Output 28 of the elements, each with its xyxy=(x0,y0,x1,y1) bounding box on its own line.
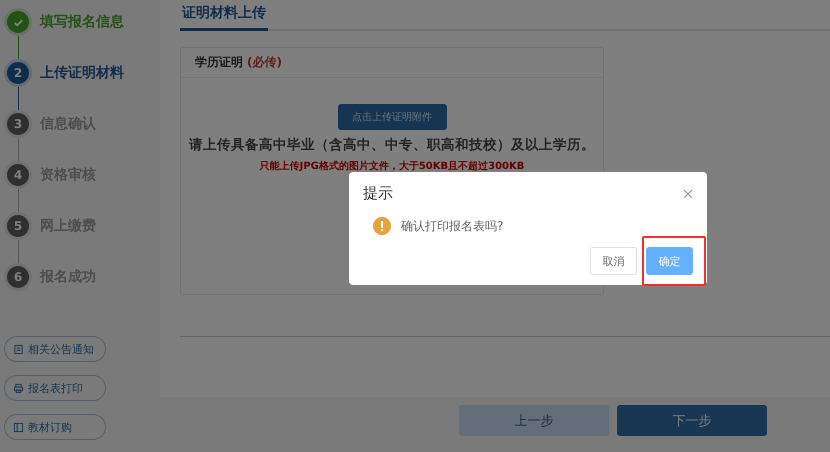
step-label[interactable]: 填写报名信息 xyxy=(40,8,124,36)
sidebar-link-button[interactable]: 报名表打印 xyxy=(4,375,106,401)
sidebar-link-button[interactable]: 相关公告通知 xyxy=(4,336,106,362)
tab[interactable]: 证明材料上传 xyxy=(180,0,268,31)
sidebar-link-button[interactable]: 教材订购 xyxy=(4,414,106,440)
book-icon xyxy=(13,422,24,432)
step-label[interactable]: 上传证明材料 xyxy=(40,59,124,87)
dialog-title: 提示 xyxy=(363,184,393,203)
cancel-button[interactable]: 取消 xyxy=(590,247,637,275)
upload-button[interactable]: 点击上传证明附件 xyxy=(338,104,446,130)
next-step-button[interactable]: 下一步 xyxy=(617,405,767,436)
highlight-frame xyxy=(642,236,706,286)
step-number: 4 xyxy=(14,168,22,182)
printer-icon xyxy=(13,382,24,394)
close-icon[interactable] xyxy=(683,188,693,198)
step-number: 5 xyxy=(14,219,22,233)
confirm-button[interactable]: 确定 xyxy=(646,247,693,275)
previous-step-button[interactable]: 上一步 xyxy=(459,405,609,436)
step-number: 2 xyxy=(14,66,22,80)
step-number: 3 xyxy=(14,117,22,131)
dialog-message: 确认打印报名表吗? xyxy=(401,218,504,234)
file-rule-text: 只能上传JPG格式的图片文件，大于50KB且不超过300KB xyxy=(260,160,524,173)
document-icon xyxy=(13,344,24,354)
step-number: 6 xyxy=(14,270,22,284)
warning-icon xyxy=(373,217,391,235)
card-title: 学历证明 xyxy=(195,55,243,69)
required-note: (必传) xyxy=(247,55,282,69)
upload-hint: 请上传具备高中毕业（含高中、中专、职高和技校）及以上学历。 xyxy=(189,136,595,154)
